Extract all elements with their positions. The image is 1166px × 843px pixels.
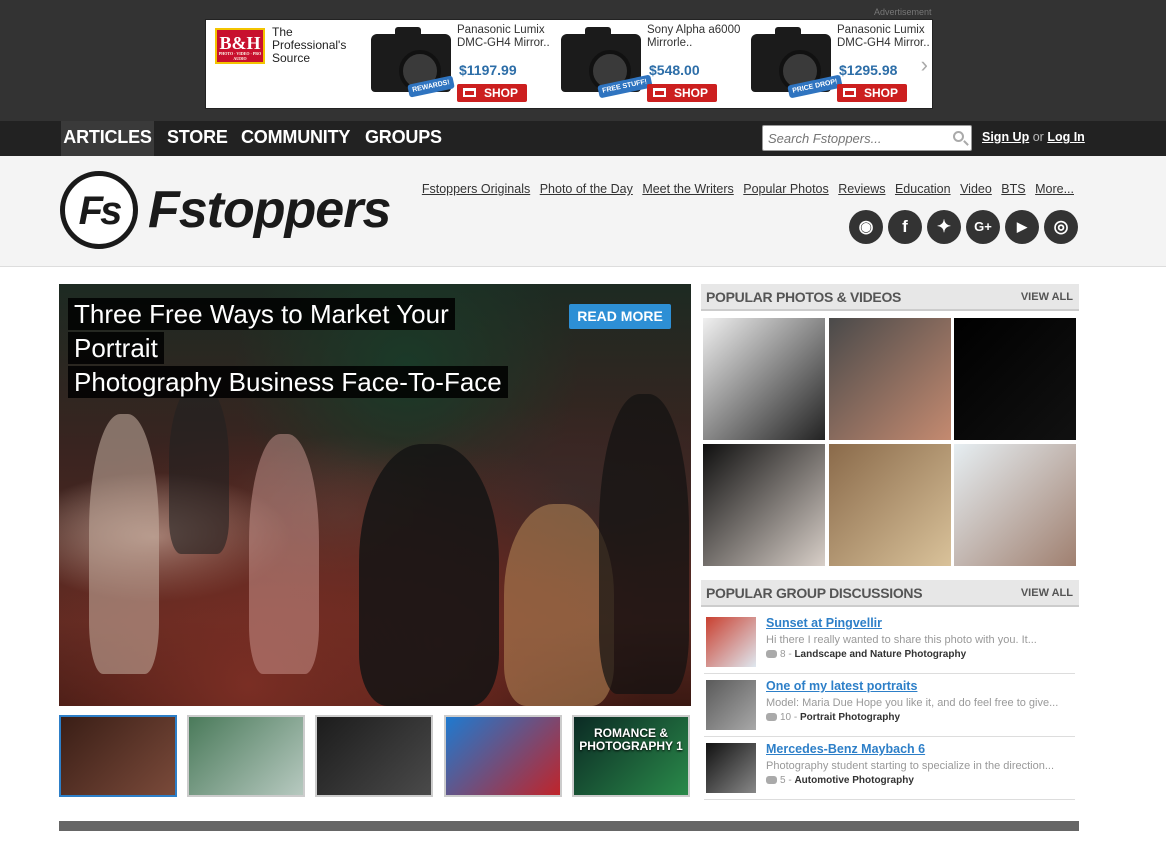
group-name[interactable]: Portrait Photography	[800, 712, 900, 723]
popular-photo[interactable]	[703, 318, 825, 440]
site-header: Fs Fstoppers Fstoppers Originals Photo o…	[0, 156, 1166, 267]
section-title: POPULAR GROUP DISCUSSIONS	[706, 585, 923, 601]
top-ad-bar: Advertisement B&H PHOTO · VIDEO · PRO AUD…	[0, 0, 1166, 121]
search-input[interactable]	[768, 127, 948, 149]
discussion-thumbnail[interactable]	[706, 617, 756, 667]
discussion-meta: 10 - Portrait Photography	[766, 712, 900, 723]
ad-product[interactable]: FREE STUFF! Sony Alpha a6000 Mirrorle.. …	[556, 20, 746, 108]
nav-articles[interactable]: ARTICLES	[61, 121, 154, 156]
discussion-title[interactable]: Sunset at Pingvellir	[766, 616, 882, 630]
ad-product-price: $1295.98	[839, 62, 898, 78]
logo-mark[interactable]: Fs	[60, 171, 138, 249]
slide-thumbnail[interactable]	[187, 715, 305, 797]
thumbnail-caption: ROMANCE & PHOTOGRAPHY 1	[579, 726, 683, 753]
comment-icon	[766, 713, 777, 721]
comment-count: 5	[780, 775, 786, 786]
facebook-icon[interactable]: f	[888, 210, 922, 244]
popular-photos-header: POPULAR PHOTOS & VIDEOS VIEW ALL	[701, 284, 1079, 311]
discussion-title[interactable]: Mercedes-Benz Maybach 6	[766, 742, 925, 756]
popular-photo[interactable]	[954, 444, 1076, 566]
group-discussions-header: POPULAR GROUP DISCUSSIONS VIEW ALL	[701, 580, 1079, 607]
cart-icon	[463, 88, 476, 97]
nav-link-more[interactable]: More...	[1035, 182, 1074, 196]
discussion-excerpt: Model: Maria Due Hope you like it, and d…	[766, 697, 1059, 709]
instagram-icon[interactable]: ◎	[1044, 210, 1078, 244]
login-link[interactable]: Log In	[1047, 130, 1085, 144]
footer-bar	[59, 821, 1079, 831]
auth-links: Sign Up or Log In	[982, 121, 1085, 156]
slide-thumbnail[interactable]: ROMANCE & PHOTOGRAPHY 1	[572, 715, 690, 797]
ad-tagline: The Professional's Source	[272, 25, 347, 65]
comment-icon	[766, 650, 777, 658]
discussion-title[interactable]: One of my latest portraits	[766, 679, 917, 693]
view-all-link[interactable]: VIEW ALL	[1021, 291, 1073, 303]
comment-count: 8	[780, 649, 786, 660]
ad-product-name[interactable]: Panasonic Lumix DMC-GH4 Mirror..	[457, 24, 553, 50]
signup-link[interactable]: Sign Up	[982, 130, 1029, 144]
nav-link-video[interactable]: Video	[960, 182, 992, 196]
read-more-button[interactable]: READ MORE	[569, 304, 671, 329]
section-title: POPULAR PHOTOS & VIDEOS	[706, 289, 902, 305]
group-name[interactable]: Landscape and Nature Photography	[794, 649, 966, 660]
slide-thumbnail[interactable]	[59, 715, 177, 797]
nav-link-popular-photos[interactable]: Popular Photos	[743, 182, 828, 196]
cart-icon	[653, 88, 666, 97]
ad-product-name[interactable]: Sony Alpha a6000 Mirrorle..	[647, 24, 743, 50]
discussion-thumbnail[interactable]	[706, 680, 756, 730]
discussion-item[interactable]: Mercedes-Benz Maybach 6 Photography stud…	[704, 737, 1075, 800]
comment-icon	[766, 776, 777, 784]
discussion-thumbnail[interactable]	[706, 743, 756, 793]
nav-link-education[interactable]: Education	[895, 182, 951, 196]
nav-groups[interactable]: GROUPS	[365, 121, 442, 156]
discussion-meta: 5 - Automotive Photography	[766, 775, 914, 786]
discussion-excerpt: Hi there I really wanted to share this p…	[766, 634, 1037, 646]
rss-icon[interactable]: ◉	[849, 210, 883, 244]
shop-button[interactable]: SHOP	[457, 84, 527, 102]
nav-link-meet-the-writers[interactable]: Meet the Writers	[642, 182, 733, 196]
ad-product-name[interactable]: Panasonic Lumix DMC-GH4 Mirror..	[837, 24, 933, 50]
comment-count: 10	[780, 712, 792, 723]
bh-logo[interactable]: B&H PHOTO · VIDEO · PRO AUDIO	[215, 28, 265, 64]
ad-product[interactable]: REWARDS! Panasonic Lumix DMC-GH4 Mirror.…	[366, 20, 556, 108]
shop-button[interactable]: SHOP	[837, 84, 907, 102]
nav-link-bts[interactable]: BTS	[1001, 182, 1025, 196]
nav-store[interactable]: STORE	[167, 121, 228, 156]
discussion-item[interactable]: One of my latest portraits Model: Maria …	[704, 674, 1075, 737]
main-nav: ARTICLES STORE COMMUNITY GROUPS Sign Up …	[0, 121, 1166, 156]
popular-photo[interactable]	[703, 444, 825, 566]
ad-banner[interactable]: B&H PHOTO · VIDEO · PRO AUDIO The Profess…	[205, 19, 933, 109]
ad-product[interactable]: PRICE DROP! Panasonic Lumix DMC-GH4 Mirr…	[746, 20, 936, 108]
shop-button[interactable]: SHOP	[647, 84, 717, 102]
popular-photo[interactable]	[954, 318, 1076, 440]
ad-label: Advertisement	[874, 7, 932, 17]
youtube-icon[interactable]: ▶	[1005, 210, 1039, 244]
popular-photo[interactable]	[829, 444, 951, 566]
discussion-excerpt: Photography student starting to speciali…	[766, 760, 1055, 772]
group-name[interactable]: Automotive Photography	[794, 775, 913, 786]
chevron-right-icon[interactable]: ›	[921, 52, 928, 78]
discussion-meta: 8 - Landscape and Nature Photography	[766, 649, 966, 660]
search-box[interactable]	[762, 125, 972, 151]
search-icon[interactable]	[953, 131, 964, 142]
ad-product-price: $1197.99	[459, 62, 517, 78]
slide-thumbnail[interactable]	[444, 715, 562, 797]
popular-photo[interactable]	[829, 318, 951, 440]
nav-link-reviews[interactable]: Reviews	[838, 182, 885, 196]
nav-link-photo-of-the-day[interactable]: Photo of the Day	[540, 182, 633, 196]
view-all-link[interactable]: VIEW ALL	[1021, 587, 1073, 599]
slide-thumbnail[interactable]	[315, 715, 433, 797]
twitter-icon[interactable]: ✦	[927, 210, 961, 244]
google-plus-icon[interactable]: G+	[966, 210, 1000, 244]
ad-product-price: $548.00	[649, 62, 700, 78]
hero-title[interactable]: Three Free Ways to Market Your Portrait P…	[68, 297, 538, 399]
cart-icon	[843, 88, 856, 97]
nav-community[interactable]: COMMUNITY	[241, 121, 350, 156]
auth-or: or	[1032, 130, 1044, 144]
discussion-item[interactable]: Sunset at Pingvellir Hi there I really w…	[704, 611, 1075, 674]
secondary-nav: Fstoppers Originals Photo of the Day Mee…	[416, 182, 1074, 196]
nav-link-originals[interactable]: Fstoppers Originals	[422, 182, 530, 196]
logo-text[interactable]: Fstoppers	[148, 180, 391, 240]
